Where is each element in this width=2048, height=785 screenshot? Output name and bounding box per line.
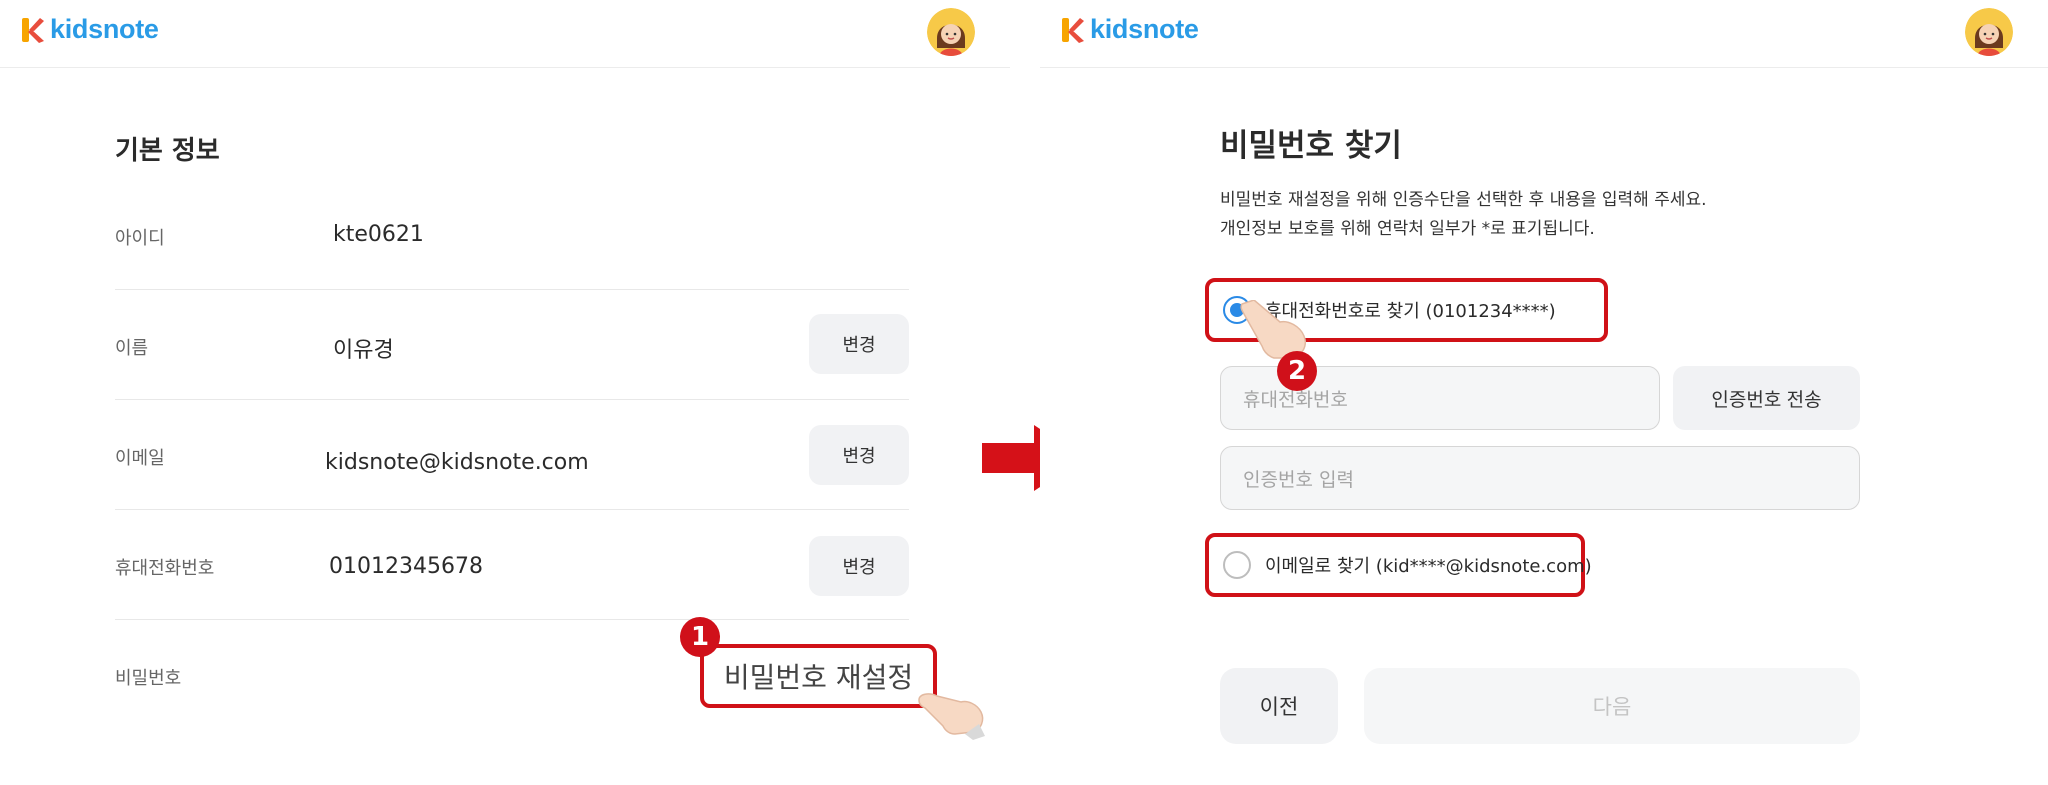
change-phone-button[interactable]: 변경 bbox=[809, 536, 909, 596]
email-label: 이메일 bbox=[115, 448, 165, 469]
id-value: kte0621 bbox=[333, 222, 424, 247]
avatar[interactable] bbox=[1965, 8, 2013, 56]
row-email: 이메일 kidsnote@kidsnote.com 변경 bbox=[115, 400, 909, 510]
logo-text: kidsnote bbox=[1090, 14, 1199, 44]
step-2-badge: 2 bbox=[1277, 351, 1317, 391]
change-email-button[interactable]: 변경 bbox=[809, 425, 909, 485]
name-value: 이유경 bbox=[333, 338, 394, 363]
page-description: 비밀번호 재설정을 위해 인증수단을 선택한 후 내용을 입력해 주세요. 개인… bbox=[1220, 186, 1707, 244]
section-title: 기본 정보 bbox=[115, 136, 220, 166]
description-line-1: 비밀번호 재설정을 위해 인증수단을 선택한 후 내용을 입력해 주세요. bbox=[1220, 190, 1707, 210]
radio-unchecked-icon[interactable] bbox=[1223, 551, 1251, 579]
kidsnote-logo-icon bbox=[1062, 17, 1084, 43]
page-title: 비밀번호 찾기 bbox=[1220, 128, 1402, 164]
password-reset-button[interactable]: 비밀번호 재설정 bbox=[700, 644, 937, 708]
top-bar: kidsnote bbox=[0, 0, 1010, 68]
email-value: kidsnote@kidsnote.com bbox=[325, 450, 589, 475]
verification-code-input[interactable]: 인증번호 입력 bbox=[1220, 446, 1860, 510]
pointing-hand-icon bbox=[915, 678, 987, 744]
change-name-button[interactable]: 변경 bbox=[809, 314, 909, 374]
phone-value: 01012345678 bbox=[329, 554, 483, 579]
option-email-label: 이메일로 찾기 (kid****@kidsnote.com) bbox=[1265, 556, 1592, 577]
send-code-button[interactable]: 인증번호 전송 bbox=[1673, 366, 1860, 430]
password-reset-label: 비밀번호 재설정 bbox=[723, 661, 914, 694]
option-find-by-email[interactable]: 이메일로 찾기 (kid****@kidsnote.com) bbox=[1205, 533, 1592, 597]
id-label: 아이디 bbox=[115, 228, 165, 249]
find-password-panel: kidsnote 비밀번호 찾기 비밀번호 재설정을 위해 인증수단을 선택한 … bbox=[1040, 0, 2048, 785]
password-label: 비밀번호 bbox=[115, 668, 182, 689]
kidsnote-logo[interactable]: kidsnote bbox=[22, 14, 159, 45]
avatar[interactable] bbox=[927, 8, 975, 56]
prev-button[interactable]: 이전 bbox=[1220, 668, 1338, 744]
top-bar: kidsnote bbox=[1040, 0, 2048, 68]
row-phone: 휴대전화번호 01012345678 변경 bbox=[115, 510, 909, 620]
row-name: 이름 이유경 변경 bbox=[115, 290, 909, 400]
kidsnote-logo-icon bbox=[22, 17, 44, 43]
logo-text: kidsnote bbox=[50, 14, 159, 44]
account-info-panel: kidsnote 기본 정보 아이디 kte0621 이름 이유경 변경 이메일… bbox=[0, 0, 1010, 785]
phone-label: 휴대전화번호 bbox=[115, 558, 215, 579]
name-label: 이름 bbox=[115, 338, 149, 359]
row-id: 아이디 kte0621 bbox=[115, 180, 909, 290]
description-line-2: 개인정보 보호를 위해 연락처 일부가 *로 표기됩니다. bbox=[1220, 219, 1595, 239]
next-button[interactable]: 다음 bbox=[1364, 668, 1860, 744]
step-1-badge: 1 bbox=[680, 617, 720, 657]
kidsnote-logo[interactable]: kidsnote bbox=[1062, 14, 1199, 45]
